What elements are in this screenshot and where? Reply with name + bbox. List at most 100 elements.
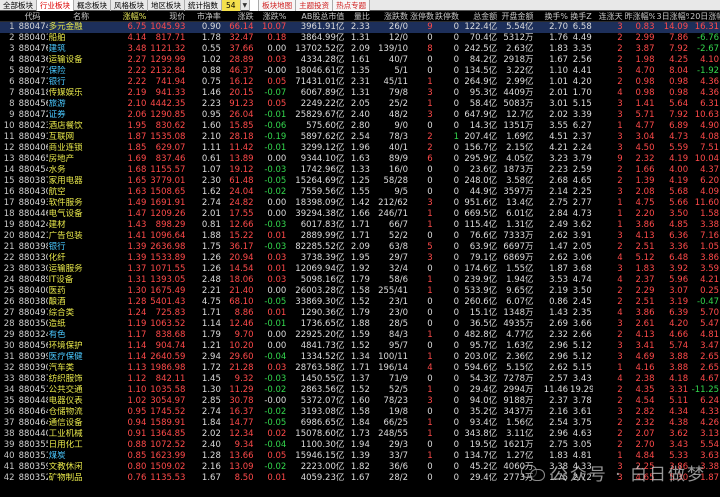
cell-open-amount: 3597万	[503, 187, 534, 197]
header-open-amount[interactable]: 开盘金额	[498, 11, 534, 22]
cell-code: 880355	[18, 440, 48, 450]
tab-5[interactable]: 统计指数	[185, 0, 222, 11]
cell-code: 880406	[18, 143, 48, 153]
table-row[interactable]: 20880421广告包装 1.411096.64 1.88 15.22 0.01 2889…	[0, 231, 720, 242]
cell-change: 18.06	[229, 275, 254, 285]
table-row[interactable]: 28880350造纸 1.191063.52 1.14 12.46 -0.01 1736.…	[0, 319, 720, 330]
table-row[interactable]: 11880491互联网 1.871535.08 2.10 28.18 -0.19 5897…	[0, 132, 720, 143]
table-row[interactable]: 29880324有色 1.17 838.68 1.79 9.70 0.00 22925.20…	[0, 330, 720, 341]
table-row[interactable]: 39880355日用化工 0.881072.52 2.40 9.34 -0.04 1100…	[0, 440, 720, 451]
table-row[interactable]: 21880398银行 1.392636.98 1.75 36.17 -0.03 82285…	[0, 242, 720, 253]
table-row[interactable]: 18880446电气设备 1.471209.26 2.01 17.55 0.00 3929…	[0, 209, 720, 220]
cell-limit-up-count: 0	[427, 440, 433, 450]
header-total-amount[interactable]: 总金额	[460, 11, 498, 22]
header-row-index[interactable]	[0, 11, 18, 22]
table-row[interactable]: 19880424建材 1.43 898.29 0.81 12.66 -0.03 6017.8…	[0, 220, 720, 231]
cell-consecutive-up-days: 3	[617, 341, 623, 351]
table-row[interactable]: 12880406商业连锁 1.85 629.07 1.11 11.42 -0.01 3299…	[0, 143, 720, 154]
table-row[interactable]: 22880330化纤 1.391533.89 1.26 20.94 0.03 3738.3…	[0, 253, 720, 264]
table-row[interactable]: 2880401船舶4.14817.711.7832.470.183864.99亿…	[0, 33, 720, 44]
cell-three-day-change-pct: 0.98	[669, 77, 689, 87]
tab-checkbox[interactable]	[250, 0, 260, 11]
table-row[interactable]: 35880448电器仪表 1.023054.97 2.85 30.78 -0.00 537…	[0, 396, 720, 407]
cell-change-pct: 1.41	[127, 231, 147, 241]
header-prev-change-pct[interactable]: 昨涨幅%	[624, 11, 656, 22]
table-row[interactable]: 17880493软件服务 1.491691.91 2.74 24.82 0.00 1839…	[0, 198, 720, 209]
table-row[interactable]: 25880400医药 1.301675.49 2.21 21.40 0.00 26003.…	[0, 286, 720, 297]
cell-volume-ratio: 2.80	[350, 121, 370, 131]
table-row[interactable]: 31880399医疗保健1.142640.592.9429.60-0.04133…	[0, 352, 720, 363]
table-row[interactable]: 9880472证券 2.061290.85 0.95 26.04 -0.01 25829.…	[0, 110, 720, 121]
table-row[interactable]: 37880464通信设备 0.941589.91 1.84 14.77 -0.05 698…	[0, 418, 720, 429]
table-row[interactable]: 30880456环境保护1.14904.741.2110.200.004841.…	[0, 341, 720, 352]
header-name[interactable]: 名称	[48, 11, 115, 22]
table-row[interactable]: 24880489IT设备 1.311393.05 2.48 18.06 0.03 5098…	[0, 275, 720, 286]
cell-code: 880474	[18, 22, 48, 32]
header-market-cap[interactable]: AB股总市值	[287, 11, 345, 22]
table-row[interactable]: 27880497综合类 1.24 725.83 1.71 8.86 0.01 1290.36…	[0, 308, 720, 319]
tab-4[interactable]: 地区板块	[148, 0, 185, 11]
table-row[interactable]: 16880430航空 1.631508.65 1.62 24.04 -0.02 7559.…	[0, 187, 720, 198]
header-change-pct[interactable]: 涨幅%	[115, 11, 148, 22]
header-speed-pct[interactable]: 涨跌%	[255, 11, 288, 22]
table-row[interactable]: 1880474多元金融 6.751045.93 0.90 66.14 10.07 3961…	[0, 22, 720, 33]
chevron-down-icon[interactable]: ▼	[241, 0, 251, 11]
cell-volume-ratio: 1.82	[350, 462, 370, 472]
table-row[interactable]: 14880454水务 1.681155.57 1.07 19.12 -0.03 1742.…	[0, 165, 720, 176]
cell-name: 综合类	[48, 308, 75, 318]
table-row[interactable]: 6880471银行 2.22 741.94 0.75 16.12 0.05 71431.01…	[0, 77, 720, 88]
cell-code: 880380	[18, 297, 48, 307]
cell-change: 12.34	[229, 429, 254, 439]
cell-turnover-pct: 11.46	[543, 385, 569, 395]
table-row[interactable]: 33880387纺织服饰 1.12 842.11 1.45 9.32 -0.03 1450.…	[0, 374, 720, 385]
table-row[interactable]: 7880418传媒娱乐 2.19 941.33 1.46 20.15 -0.07 6067.…	[0, 88, 720, 99]
header-volume-ratio[interactable]: 量比	[345, 11, 371, 22]
cell-name: 文教休闲	[48, 462, 83, 472]
cell-prev-change-pct: 5.12	[635, 253, 655, 263]
tab-1[interactable]: 行业板块	[37, 0, 74, 11]
table-row[interactable]: 15880387家用电器 1.653779.01 2.30 61.48 -0.05 152…	[0, 176, 720, 187]
cell-consecutive-up-days: 2	[617, 33, 623, 43]
cell-up-down-count: 23/0	[388, 308, 409, 318]
table-row[interactable]: 23880330运输服务 1.371071.55 1.26 14.54 0.01 1206…	[0, 264, 720, 275]
header-turnover-pct[interactable]: 换手%	[535, 11, 570, 22]
table-row[interactable]: 8880456旅游 2.104442.35 2.23 91.23 0.05 2249.22…	[0, 99, 720, 110]
table-row[interactable]: 5880473保险 2.222132.84 0.88 46.37 -0.00 18046.…	[0, 66, 720, 77]
table-row[interactable]: 26880380酿酒 1.285401.43 4.75 68.10 -0.05 33869…	[0, 297, 720, 308]
tab-6[interactable]: 54	[222, 0, 241, 11]
cell-price: 725.83	[155, 308, 186, 318]
tab-9[interactable]: 主题投资	[296, 0, 334, 11]
tab-2[interactable]: 概念板块	[74, 0, 111, 11]
table-row[interactable]: 38880440工业机械 0.911364.85 2.02 12.34 0.02 1507…	[0, 429, 720, 440]
cell-consecutive-up-days: 3	[617, 110, 623, 120]
header-three-day-change-pct[interactable]: 3日涨幅%	[655, 11, 689, 22]
table-row[interactable]: 4880436运输设备 2.271299.99 1.02 28.89 0.03 4334.…	[0, 55, 720, 66]
table-row[interactable]: 36880464仓储物流0.951745.522.7416.37-0.02319…	[0, 407, 720, 418]
header-price[interactable]: 现价	[147, 11, 186, 22]
header-turnover-z[interactable]: 换手Z	[569, 11, 593, 22]
header-limit-down-count[interactable]: 跌停数	[434, 11, 460, 22]
cell-total-amount: 94.0亿	[469, 396, 498, 406]
cell-limit-up-count: 0	[427, 319, 433, 329]
table-row[interactable]: 3880476建筑 3.481121.32 0.55 37.66 0.00 13702.5…	[0, 44, 720, 55]
header-limit-up-count[interactable]: 涨停数	[409, 11, 434, 22]
table-row[interactable]: 34880451公共交通 1.101035.58 1.30 11.29 -0.02 286…	[0, 385, 720, 396]
header-pb-ratio[interactable]: 市净率	[186, 11, 221, 22]
header-up-down-count[interactable]: 涨跌数	[371, 11, 409, 22]
cell-pb-ratio: 2.94	[201, 352, 221, 362]
header-change[interactable]: 涨跌	[222, 11, 255, 22]
tab-0[interactable]: 全部板块	[0, 0, 37, 11]
cell-three-day-change-pct: 3.62	[669, 429, 689, 439]
header-twenty-day-change-pct[interactable]: 20日涨幅%	[689, 11, 720, 22]
tab-10[interactable]: 热点专题	[333, 0, 371, 11]
cell-change-pct: 1.12	[127, 374, 147, 384]
tab-8[interactable]: 板块地图	[259, 0, 297, 11]
header-code[interactable]: 代码	[18, 11, 48, 22]
tab-3[interactable]: 风格板块	[111, 0, 148, 11]
cell-change: 8.50	[234, 473, 254, 483]
header-consecutive-up-days[interactable]: 连涨天	[593, 11, 624, 22]
table-row[interactable]: 32880390汽车类 1.131986.98 1.72 21.28 0.03 28763…	[0, 363, 720, 374]
table-row[interactable]: 13880465房地产 1.69 837.46 0.61 13.89 0.00 9344.1…	[0, 154, 720, 165]
table-row[interactable]: 10880423酒店餐饮1.95830.621.6015.85-0.06575.…	[0, 121, 720, 132]
cell-total-amount: 264.9亿	[464, 77, 498, 87]
